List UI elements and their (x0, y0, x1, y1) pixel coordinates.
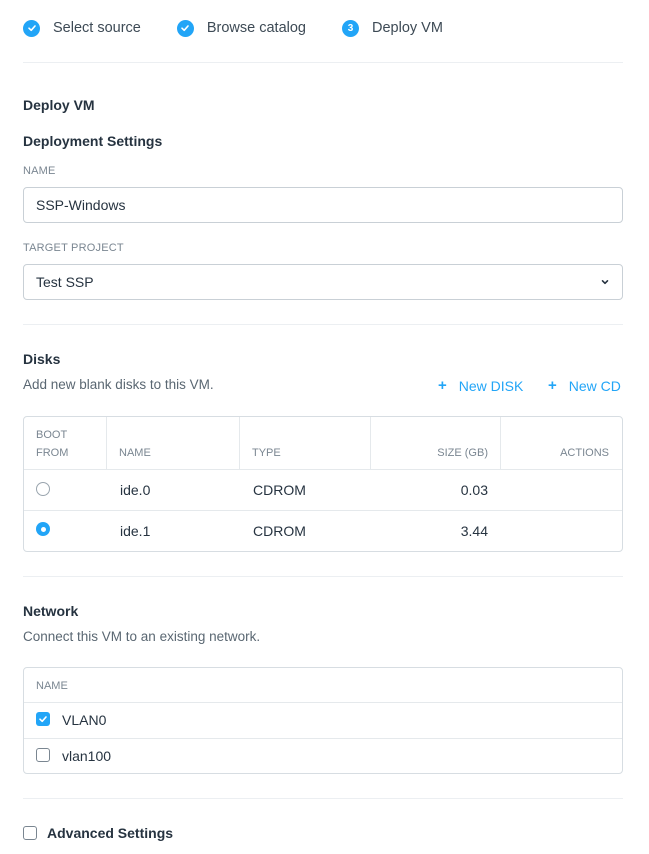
network-checkbox[interactable] (36, 712, 50, 726)
column-header-actions: ACTIONS (560, 447, 609, 459)
disk-type: CDROM (253, 482, 306, 498)
step-deploy-vm[interactable]: 3 Deploy VM (342, 19, 443, 37)
boot-radio[interactable] (36, 482, 50, 496)
row-separator (24, 738, 622, 739)
network-name: vlan100 (62, 748, 112, 764)
check-icon (39, 716, 47, 723)
divider (23, 62, 623, 63)
new-cd-label: New CD (568, 377, 621, 394)
column-separator (239, 417, 240, 469)
step-label: Browse catalog (206, 20, 306, 36)
column-header-name: NAME (119, 447, 151, 459)
divider (23, 798, 623, 799)
disks-description: Add new blank disks to this VM. (23, 377, 214, 392)
target-project-select[interactable]: Test SSP (23, 264, 623, 300)
disk-size: 0.03 (460, 482, 488, 498)
advanced-settings-label[interactable]: Advanced Settings (47, 825, 173, 841)
network-name: VLAN0 (62, 712, 107, 728)
check-icon (176, 19, 194, 37)
disk-type: CDROM (253, 523, 306, 539)
network-table: NAME VLAN0 vlan100 (23, 667, 623, 774)
column-header-boot: BOOT FROM (36, 429, 69, 459)
advanced-settings-checkbox[interactable] (23, 826, 37, 840)
column-header-name: NAME (36, 680, 68, 692)
wizard-steps: Select source Browse catalog 3 Deploy VM (23, 14, 479, 42)
step-label: Select source (53, 20, 141, 36)
section-title-deployment-settings: Deployment Settings (23, 133, 163, 149)
step-label: Deploy VM (372, 20, 443, 36)
step-browse-catalog[interactable]: Browse catalog (176, 19, 306, 37)
column-separator (500, 417, 501, 469)
divider (23, 324, 623, 325)
target-project-label: TARGET PROJECT (23, 242, 124, 254)
divider (23, 576, 623, 577)
chevron-down-icon (601, 280, 609, 285)
new-cd-button[interactable]: + New CD (548, 377, 621, 394)
disk-name: ide.1 (120, 523, 151, 539)
row-separator (24, 510, 622, 511)
network-description: Connect this VM to an existing network. (23, 629, 261, 644)
vm-name-input[interactable] (23, 187, 623, 223)
plus-icon: + (548, 377, 557, 394)
new-disk-button[interactable]: + New DISK (438, 377, 523, 394)
disk-name: ide.0 (120, 482, 151, 498)
disks-table: BOOT FROM NAME TYPE SIZE (GB) ACTIONS id… (23, 416, 623, 552)
plus-icon: + (438, 377, 447, 394)
name-field-label: NAME (23, 165, 56, 177)
page-title: Deploy VM (23, 97, 95, 113)
column-header-type: TYPE (252, 447, 281, 459)
column-header-size: SIZE (GB) (437, 447, 488, 459)
column-separator (106, 417, 107, 469)
step-number-badge: 3 (342, 19, 359, 37)
column-separator (370, 417, 371, 469)
disk-size: 3.44 (460, 523, 488, 539)
step-select-source[interactable]: Select source (23, 19, 141, 37)
check-icon (23, 19, 40, 37)
network-checkbox[interactable] (36, 748, 50, 762)
boot-radio[interactable] (36, 522, 50, 536)
row-separator (24, 702, 622, 703)
network-title: Network (23, 603, 79, 619)
row-separator (24, 469, 622, 470)
target-project-value: Test SSP (36, 274, 94, 290)
disks-title: Disks (23, 351, 61, 367)
new-disk-label: New DISK (458, 377, 524, 394)
